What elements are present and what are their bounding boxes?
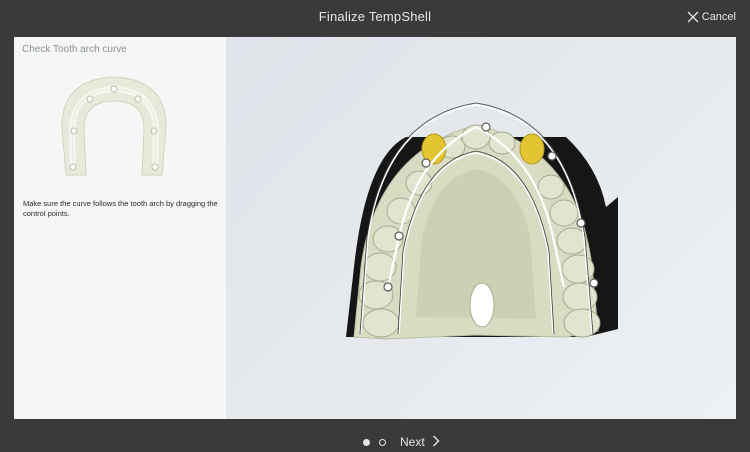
control-point[interactable] [547, 151, 557, 161]
cancel-button[interactable]: Cancel [687, 8, 736, 26]
palate-opening [469, 282, 495, 328]
control-point[interactable] [383, 282, 393, 292]
control-point[interactable] [394, 231, 404, 241]
highlighted-tooth-right [519, 133, 545, 165]
control-point[interactable] [576, 218, 586, 228]
next-label: Next [400, 435, 425, 449]
wizard-footer: Next [0, 420, 750, 452]
control-point[interactable] [481, 122, 491, 132]
dental-arch-model [346, 102, 618, 340]
chevron-right-icon [432, 435, 440, 450]
3d-viewport[interactable] [226, 37, 736, 419]
panel-title: Check Tooth arch curve [22, 44, 127, 55]
title-bar: Finalize TempShell Cancel [0, 0, 750, 36]
close-icon [687, 11, 699, 23]
control-point[interactable] [589, 278, 599, 288]
instruction-text: Make sure the curve follows the tooth ar… [23, 199, 218, 218]
next-button[interactable]: Next [400, 434, 440, 450]
window-title: Finalize TempShell [318, 9, 432, 24]
cancel-label: Cancel [701, 11, 736, 23]
tooth-arch-thumbnail [54, 71, 174, 186]
wizard-content: Check Tooth arch curve Make sure the cur… [14, 37, 736, 419]
step-indicator-active[interactable] [363, 439, 370, 446]
step-indicator-inactive[interactable] [379, 439, 386, 446]
instruction-panel: Check Tooth arch curve Make sure the cur… [14, 37, 226, 419]
control-point[interactable] [421, 158, 431, 168]
